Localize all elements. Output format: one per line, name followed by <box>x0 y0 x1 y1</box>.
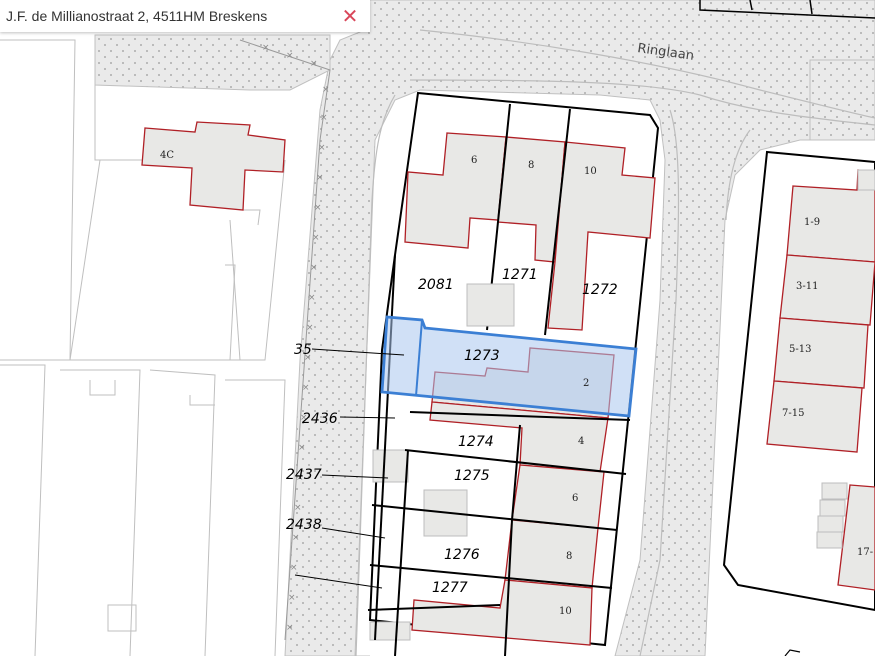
shed-1271 <box>466 283 515 327</box>
close-icon[interactable]: ✕ <box>334 0 366 32</box>
building-3-11 <box>779 254 875 326</box>
svg-text:×: × <box>294 503 302 513</box>
parcel-number[interactable]: 1277 <box>432 580 468 596</box>
public-space-east <box>809 59 875 141</box>
house-number: 8 <box>566 551 572 562</box>
svg-text:×: × <box>320 113 328 123</box>
house-number: 6 <box>471 155 477 166</box>
svg-text:×: × <box>316 173 324 183</box>
parcel-number[interactable]: 1274 <box>458 434 494 450</box>
parcel-number[interactable]: 2438 <box>286 517 322 533</box>
house-number: 10 <box>559 606 572 617</box>
parcel-number[interactable]: 1272 <box>582 282 618 298</box>
svg-text:×: × <box>288 593 296 603</box>
svg-text:×: × <box>306 323 314 333</box>
svg-text:×: × <box>290 563 298 573</box>
svg-text:×: × <box>302 383 310 393</box>
svg-text:×: × <box>318 143 326 153</box>
parcel-number[interactable]: 1275 <box>454 468 490 484</box>
parcel-number-selected[interactable]: 1273 <box>464 348 500 364</box>
parcel-number[interactable]: 1271 <box>502 267 538 283</box>
svg-text:×: × <box>322 85 330 95</box>
house-number: 3-11 <box>796 281 818 292</box>
svg-text:×: × <box>292 533 300 543</box>
house-number: 6 <box>572 493 578 504</box>
address-search-bar[interactable]: J.F. de Millianostraat 2, 4511HM Bresken… <box>0 0 370 32</box>
svg-text:×: × <box>308 293 316 303</box>
svg-text:×: × <box>310 59 318 69</box>
svg-text:×: × <box>298 443 306 453</box>
svg-text:×: × <box>262 43 270 53</box>
public-space-northwest <box>94 34 331 91</box>
svg-text:×: × <box>310 263 318 273</box>
parcel-number[interactable]: 2436 <box>302 411 338 427</box>
house-number: 8 <box>528 160 534 171</box>
parcel-number[interactable]: 2437 <box>286 467 322 483</box>
building-6-south <box>511 464 605 529</box>
svg-text:×: × <box>286 51 294 61</box>
address-text: J.F. de Millianostraat 2, 4511HM Bresken… <box>6 8 268 24</box>
parcel-number[interactable]: 1276 <box>444 547 480 563</box>
svg-text:×: × <box>286 623 294 633</box>
parcel-number[interactable]: 2081 <box>418 277 454 293</box>
cadastral-map[interactable]: ××× ××× ××× ××× ××× ××× ××× × Ringlaan 4… <box>0 0 875 656</box>
house-number: 4 <box>578 436 584 447</box>
house-number: 4C <box>160 150 174 161</box>
house-number: 1-9 <box>804 217 820 228</box>
building-8-south <box>504 519 599 589</box>
house-number: 17- <box>857 547 873 558</box>
house-number: 5-13 <box>789 344 811 355</box>
svg-text:×: × <box>314 203 322 213</box>
house-number: 10 <box>584 166 597 177</box>
house-number: 2 <box>583 378 589 389</box>
parcel-number[interactable]: 35 <box>294 342 312 358</box>
house-number: 7-15 <box>782 408 804 419</box>
svg-text:×: × <box>312 233 320 243</box>
